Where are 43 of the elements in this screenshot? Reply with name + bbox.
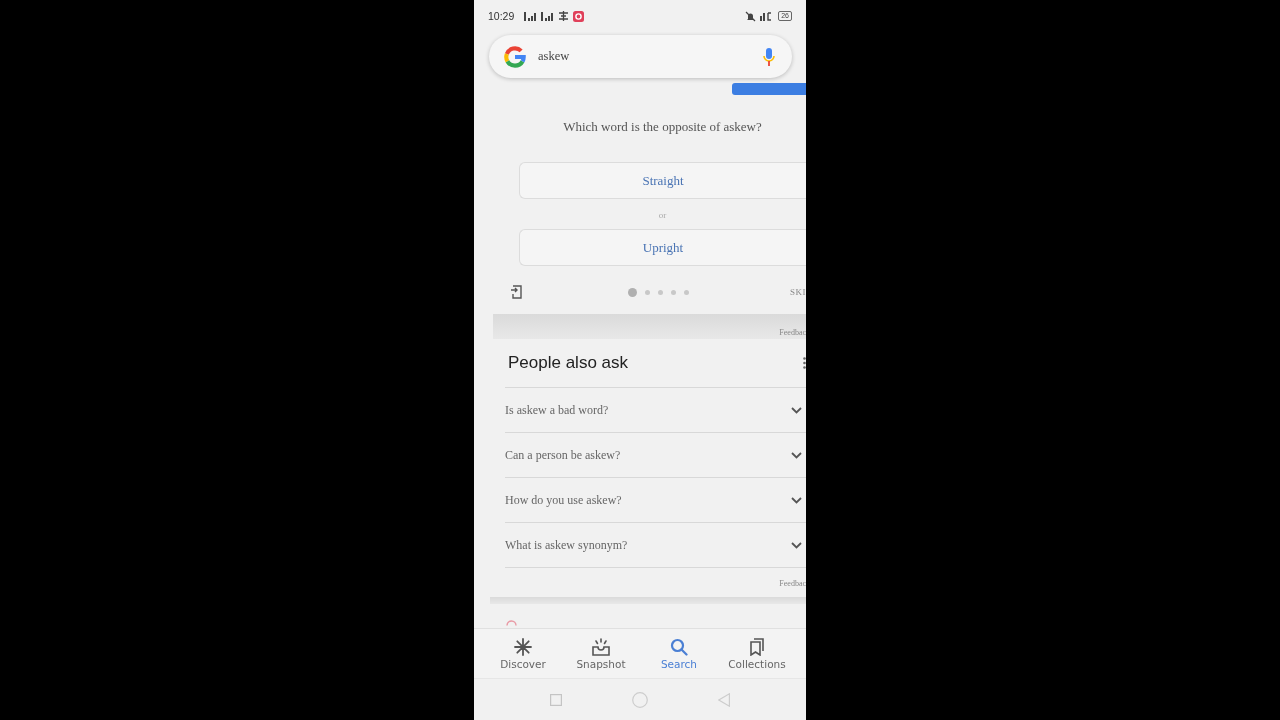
status-glyph-icon bbox=[558, 11, 570, 21]
skip-button[interactable]: SKI bbox=[790, 287, 806, 297]
bell-off-icon bbox=[745, 10, 757, 22]
feedback-link[interactable]: Feedbac bbox=[779, 578, 806, 590]
home-icon[interactable] bbox=[632, 691, 648, 708]
device-arrow-icon[interactable] bbox=[510, 285, 523, 299]
google-logo-icon bbox=[504, 45, 526, 68]
page-dot[interactable] bbox=[670, 289, 676, 295]
ring-icon bbox=[506, 619, 517, 626]
answer-option-button[interactable]: Upright bbox=[519, 229, 806, 266]
or-separator: or bbox=[658, 209, 667, 221]
question-row[interactable]: Can a person be askew? bbox=[505, 433, 806, 478]
search-input[interactable]: askew bbox=[538, 49, 763, 64]
quiz-question: Which word is the opposite of askew? bbox=[562, 118, 763, 136]
back-icon[interactable] bbox=[718, 692, 730, 707]
tray-sparkle-icon bbox=[591, 637, 611, 656]
recent-apps-icon[interactable] bbox=[550, 693, 562, 706]
nav-tab[interactable]: Search bbox=[640, 629, 718, 678]
partial-button[interactable] bbox=[732, 83, 806, 95]
bookmarks-icon bbox=[749, 637, 765, 656]
clock-time: 10:29 bbox=[488, 10, 515, 22]
question-row[interactable]: How do you use askew? bbox=[505, 478, 806, 523]
feedback-link[interactable]: Feedbac bbox=[779, 328, 806, 339]
page-dot[interactable] bbox=[683, 289, 689, 295]
page-dot[interactable] bbox=[657, 289, 663, 295]
question-row[interactable]: Is askew a bad word? bbox=[505, 388, 806, 433]
nav-tab[interactable]: Discover bbox=[484, 629, 562, 678]
asterisk-icon bbox=[514, 637, 532, 656]
nav-tab[interactable]: Collections bbox=[718, 629, 796, 678]
search-icon bbox=[670, 637, 688, 656]
answer-option-button[interactable]: Straight bbox=[519, 162, 806, 199]
signal-icon bbox=[541, 11, 555, 21]
network-icon bbox=[760, 11, 773, 21]
nav-tab[interactable]: Snapshot bbox=[562, 629, 640, 678]
signal-icon bbox=[524, 11, 538, 21]
microphone-icon[interactable] bbox=[763, 47, 775, 66]
search-field[interactable]: askew bbox=[489, 35, 792, 78]
notification-app-icon bbox=[573, 10, 585, 22]
page-dot[interactable] bbox=[627, 287, 637, 297]
section-title: People also ask bbox=[508, 352, 629, 374]
question-row[interactable]: What is askew synonym? bbox=[505, 523, 806, 568]
more-icon[interactable] bbox=[803, 357, 806, 369]
page-dot[interactable] bbox=[644, 289, 650, 295]
